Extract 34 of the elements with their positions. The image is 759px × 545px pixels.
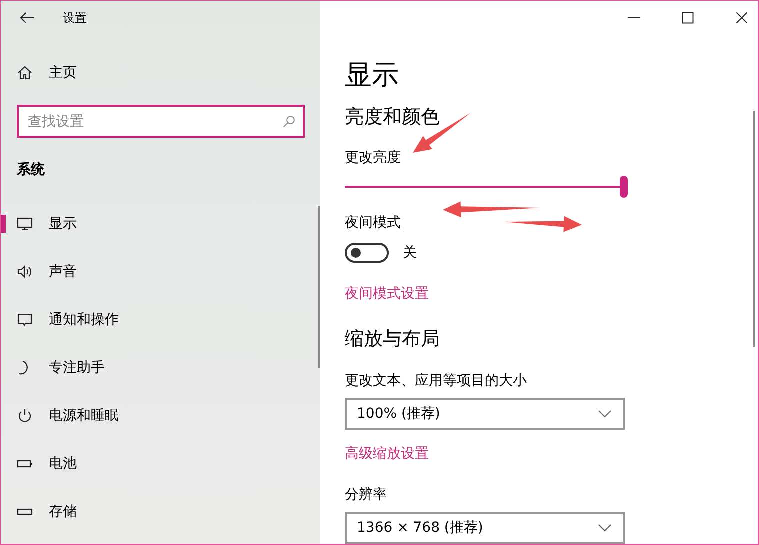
slider-thumb[interactable] [620,176,628,198]
sidebar-item[interactable]: 通知和操作 [1,296,320,344]
back-arrow-icon[interactable] [19,10,35,26]
dropdown[interactable]: 1366 × 768 (推荐) [345,512,625,544]
home-nav-item[interactable]: 主页 [1,49,320,97]
field-label: 更改文本、应用等项目的大小 [345,372,527,391]
speaker-icon [17,264,33,280]
section-heading: 亮度和颜色 [345,105,441,130]
sidebar-item[interactable]: 存储 [1,488,320,536]
field-label: 分辨率 [345,486,387,505]
close-icon[interactable] [735,11,749,25]
search-icon [282,114,296,130]
search-field[interactable]: 查找设置 [17,105,305,138]
field-label: 更改亮度 [345,149,401,168]
monitor-icon [17,216,33,232]
home-icon [17,65,33,81]
dropdown[interactable]: 100% (推荐) [345,398,625,430]
speech-bubble-icon [17,312,33,328]
toggle-state: 关 [403,244,417,263]
settings-link[interactable]: 高级缩放设置 [345,444,429,465]
section-heading: 系统 [16,161,46,180]
field-label: 夜间模式 [345,214,401,233]
section-heading: 缩放与布局 [345,327,441,352]
power-icon [17,408,33,424]
sidebar-item[interactable]: 声音 [1,248,320,296]
settings-link[interactable]: 夜间模式设置 [345,284,429,305]
sidebar-item[interactable]: 显示 [1,200,320,248]
sidebar-item[interactable]: 电池 [1,440,320,488]
maximize-icon[interactable] [681,11,695,25]
page-title: 显示 [345,59,400,93]
toggle-switch[interactable] [345,243,389,263]
window-title: 设置 [63,10,87,27]
sidebar-item[interactable]: 专注助手 [1,344,320,392]
sidebar-item[interactable]: 电源和睡眠 [1,392,320,440]
